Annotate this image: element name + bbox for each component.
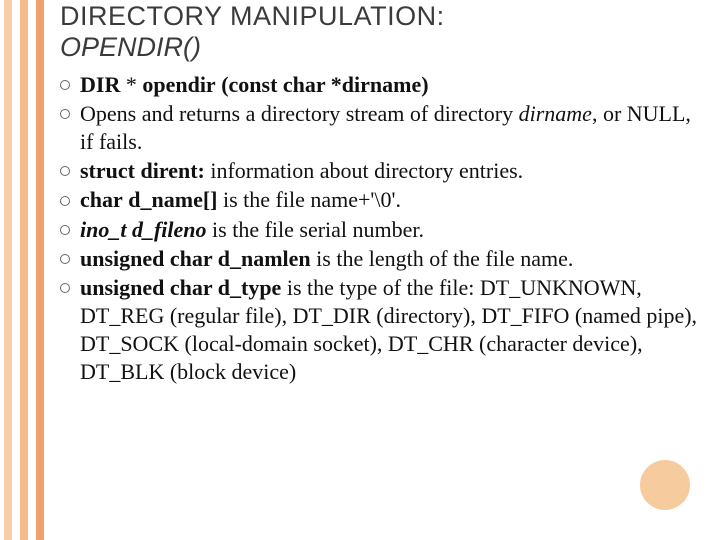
text: is the length of the file name. [311,246,574,271]
text-bold: char d_namlen [170,246,311,271]
text-bold: d_name[] [128,187,217,212]
bullet-list: DIR * opendir (const char *dirname) Open… [60,71,702,387]
text: * [120,72,142,97]
text-bold: struct [80,158,135,183]
decor-circle [640,460,690,510]
bullet-item: ino_t d_fileno is the file serial number… [60,216,702,244]
content-area: DIRECTORY MANIPULATION: OPENDIR() DIR * … [60,0,702,386]
decor-stripe-3 [36,0,44,540]
bullet-item: Opens and returns a directory stream of … [60,100,702,156]
text-bold-italic: ino_t [80,217,126,242]
title-sub: OPENDIR() [60,32,702,63]
text: Opens and returns a directory stream of … [80,101,519,126]
text-bold: DIR [80,72,120,97]
title-main: DIRECTORY MANIPULATION: [60,2,702,32]
text: is the file name+'\0'. [217,187,400,212]
bullet-item: char d_name[] is the file name+'\0'. [60,186,702,214]
text-bold: opendir [142,72,215,97]
text-bold: unsigned [80,246,164,271]
bullet-item: unsigned char d_namlen is the length of … [60,245,702,273]
decor-stripe-1 [4,0,12,540]
decor-stripe-2 [20,0,28,540]
text-bold: unsigned [80,275,164,300]
slide: DIRECTORY MANIPULATION: OPENDIR() DIR * … [0,0,720,540]
text-bold-italic: d_fileno [132,217,207,242]
text-italic: dirname [519,101,592,126]
text-bold: (const char *dirname) [221,72,428,97]
slide-title: DIRECTORY MANIPULATION: OPENDIR() [60,2,702,63]
text: is the file serial number. [207,217,425,242]
bullet-item: unsigned char d_type is the type of the … [60,274,702,387]
text-bold: dirent: [140,158,204,183]
text-bold: char [80,187,123,212]
bullet-item: struct dirent: information about directo… [60,157,702,185]
bullet-item: DIR * opendir (const char *dirname) [60,71,702,99]
text: information about directory entries. [205,158,523,183]
text-bold: char d_type [170,275,281,300]
